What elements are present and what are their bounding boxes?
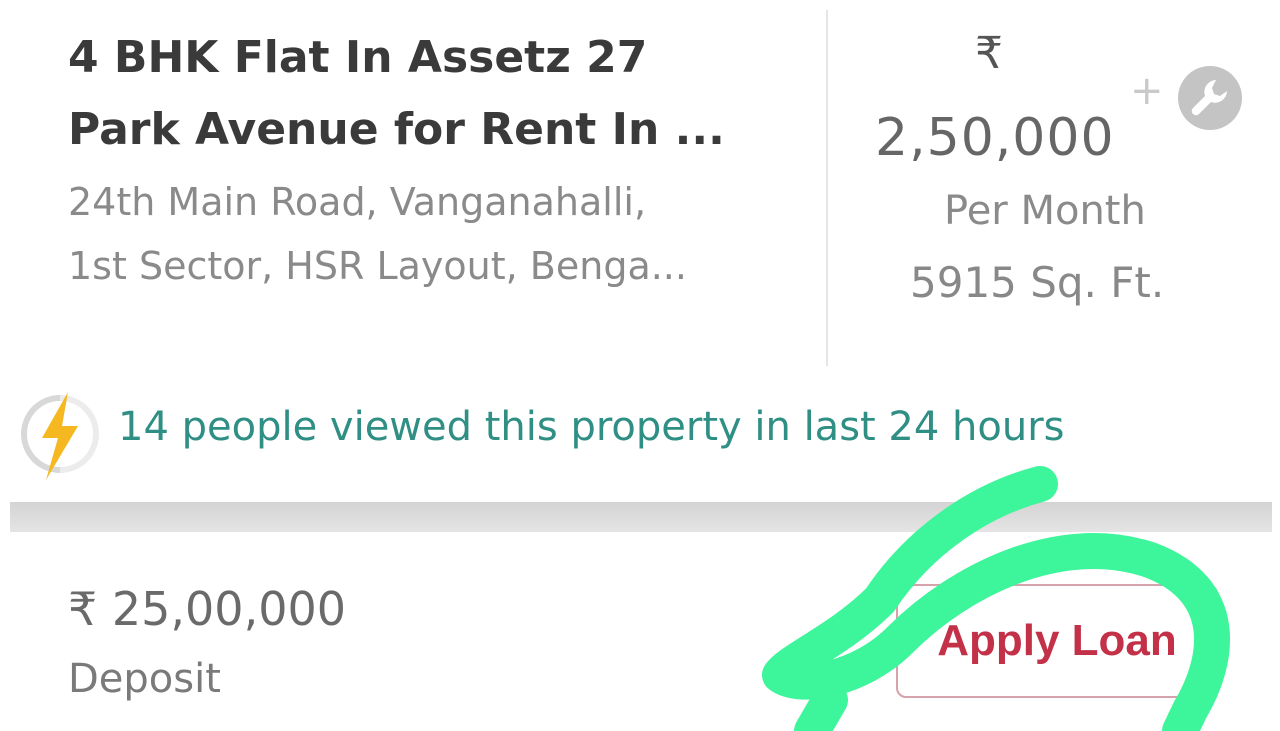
address-line-2: 1st Sector, HSR Layout, Benga... xyxy=(68,244,687,288)
deposit-label: Deposit xyxy=(68,656,221,702)
listing-title-line-2: Park Avenue for Rent In ... xyxy=(68,104,725,155)
address-line-1: 24th Main Road, Vanganahalli, xyxy=(68,180,647,224)
lightning-icon xyxy=(20,388,100,484)
plus-icon: + xyxy=(1130,68,1164,114)
rent-amount: 2,50,000 xyxy=(875,108,1115,168)
section-divider xyxy=(10,502,1272,532)
property-listing-card: 4 BHK Flat In Assetz 27 Park Avenue for … xyxy=(0,0,1280,731)
deposit-amount: ₹ 25,00,000 xyxy=(68,582,346,636)
listing-address: 24th Main Road, Vanganahalli, 1st Sector… xyxy=(68,170,788,298)
rent-period: Per Month xyxy=(944,188,1146,234)
listing-title[interactable]: 4 BHK Flat In Assetz 27 Park Avenue for … xyxy=(68,22,788,166)
wrench-icon[interactable] xyxy=(1176,64,1244,132)
views-info-text: 14 people viewed this property in last 2… xyxy=(118,404,1065,450)
listing-title-line-1: 4 BHK Flat In Assetz 27 xyxy=(68,32,648,83)
apply-loan-button[interactable]: Apply Loan xyxy=(896,584,1218,698)
currency-symbol: ₹ xyxy=(975,28,1003,79)
vertical-divider xyxy=(826,10,828,366)
property-area: 5915 Sq. Ft. xyxy=(910,258,1165,307)
